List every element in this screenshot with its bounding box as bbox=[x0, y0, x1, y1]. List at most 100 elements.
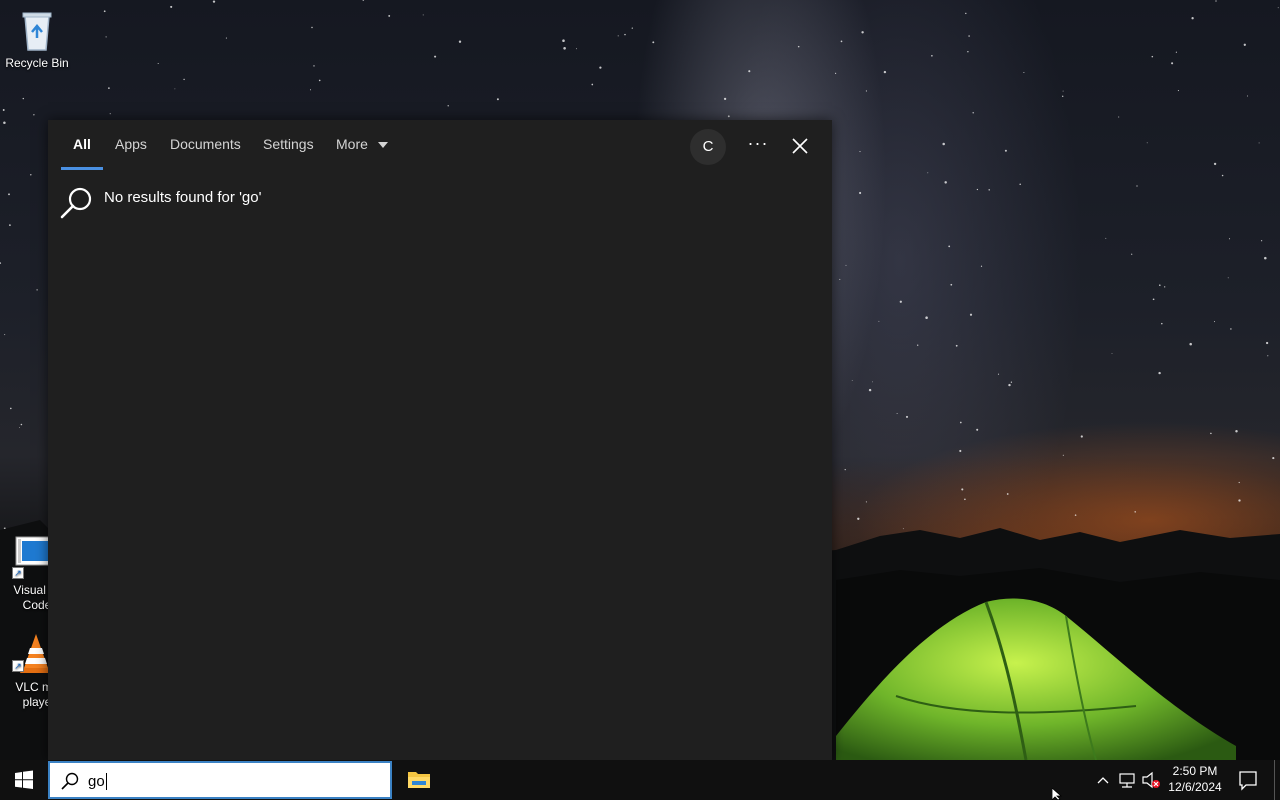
tab-label: More bbox=[336, 136, 368, 152]
star bbox=[1238, 499, 1241, 502]
star bbox=[109, 113, 111, 115]
star bbox=[103, 10, 106, 13]
star bbox=[422, 14, 424, 16]
star bbox=[1061, 95, 1064, 98]
close-button[interactable] bbox=[788, 134, 812, 158]
shortcut-arrow-icon: ↗ bbox=[12, 567, 24, 579]
star bbox=[1227, 277, 1229, 279]
star bbox=[1238, 481, 1240, 484]
star bbox=[1164, 286, 1166, 288]
clock-time: 2:50 PM bbox=[1172, 764, 1218, 778]
star bbox=[980, 265, 983, 267]
shortcut-arrow-icon: ↗ bbox=[12, 660, 24, 672]
star bbox=[562, 39, 565, 42]
star bbox=[1105, 237, 1107, 239]
star bbox=[896, 413, 898, 414]
star bbox=[1006, 493, 1009, 495]
tab-documents[interactable]: Documents bbox=[170, 136, 241, 170]
star bbox=[318, 79, 321, 82]
star bbox=[969, 313, 973, 316]
close-icon bbox=[792, 138, 808, 154]
star bbox=[997, 373, 1000, 375]
star bbox=[309, 89, 312, 91]
star bbox=[959, 421, 962, 424]
chevron-up-icon bbox=[1097, 777, 1109, 784]
recycle-bin-shortcut[interactable]: Recycle Bin bbox=[0, 8, 74, 71]
tab-more[interactable]: More bbox=[336, 136, 388, 170]
tab-settings[interactable]: Settings bbox=[263, 136, 314, 170]
star bbox=[955, 344, 958, 347]
file-explorer-taskbar-button[interactable] bbox=[398, 760, 440, 800]
tab-apps[interactable]: Apps bbox=[115, 136, 147, 170]
tab-label: Documents bbox=[170, 136, 241, 152]
taskbar-search-box[interactable]: go bbox=[48, 761, 392, 799]
volume-button[interactable] bbox=[1140, 760, 1162, 800]
star bbox=[964, 498, 966, 501]
star bbox=[225, 37, 227, 39]
taskbar-clock[interactable]: 2:50 PM 12/6/2024 bbox=[1164, 763, 1226, 795]
star bbox=[1151, 55, 1154, 58]
star bbox=[859, 191, 862, 195]
account-avatar-button[interactable]: C bbox=[690, 129, 726, 165]
search-icon bbox=[61, 772, 79, 790]
tab-label: Apps bbox=[115, 136, 147, 152]
star bbox=[458, 40, 462, 43]
star bbox=[183, 78, 185, 81]
star bbox=[959, 449, 962, 453]
star bbox=[748, 70, 751, 73]
star bbox=[1010, 381, 1013, 383]
star bbox=[972, 112, 974, 114]
star bbox=[976, 428, 979, 431]
star bbox=[1171, 62, 1174, 65]
star bbox=[1267, 355, 1269, 357]
desktop-icon-label: Recycle Bin bbox=[5, 56, 69, 70]
star bbox=[859, 151, 861, 153]
star bbox=[967, 51, 969, 53]
star bbox=[157, 62, 159, 65]
star bbox=[961, 488, 964, 491]
star bbox=[1246, 95, 1249, 97]
star bbox=[839, 278, 841, 280]
star bbox=[1265, 341, 1269, 345]
show-hidden-icons-button[interactable] bbox=[1094, 760, 1112, 800]
star bbox=[1243, 43, 1246, 46]
star bbox=[576, 48, 577, 50]
star bbox=[723, 97, 727, 101]
tab-all[interactable]: All bbox=[61, 136, 103, 170]
action-center-button[interactable] bbox=[1234, 760, 1262, 800]
star bbox=[861, 31, 864, 34]
star bbox=[1159, 284, 1161, 286]
star bbox=[174, 88, 176, 90]
star bbox=[105, 36, 107, 38]
star bbox=[1118, 116, 1120, 118]
more-options-button[interactable]: ··· bbox=[744, 132, 772, 160]
star bbox=[3, 121, 6, 125]
star bbox=[1161, 322, 1163, 325]
star bbox=[917, 344, 919, 346]
network-status-button[interactable] bbox=[1116, 760, 1138, 800]
tab-label: All bbox=[73, 136, 91, 152]
star bbox=[599, 66, 602, 69]
green-tent bbox=[836, 598, 1236, 760]
star bbox=[968, 35, 970, 37]
star bbox=[447, 105, 449, 107]
star bbox=[170, 5, 173, 8]
search-query-text[interactable]: go bbox=[88, 773, 107, 790]
search-flyout: All Apps Documents Settings More C ··· N… bbox=[48, 120, 832, 760]
star bbox=[1080, 435, 1083, 438]
star bbox=[797, 45, 800, 48]
start-button[interactable] bbox=[0, 760, 48, 800]
magnifier-icon bbox=[60, 187, 92, 219]
clock-date: 12/6/2024 bbox=[1168, 780, 1222, 794]
visual-studio-code-icon: ↗ bbox=[12, 535, 52, 579]
show-desktop-button[interactable] bbox=[1274, 760, 1280, 800]
star bbox=[563, 47, 566, 50]
star bbox=[1158, 371, 1161, 375]
star bbox=[1213, 162, 1217, 166]
star bbox=[617, 35, 619, 37]
star bbox=[727, 115, 730, 118]
star bbox=[925, 316, 928, 319]
tab-label: Settings bbox=[263, 136, 314, 152]
star bbox=[1175, 51, 1177, 53]
account-initial: C bbox=[702, 138, 714, 155]
